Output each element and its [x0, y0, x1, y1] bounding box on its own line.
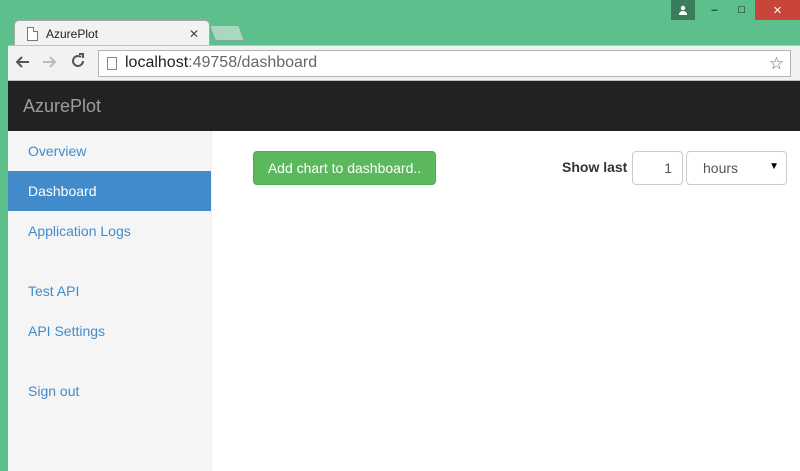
tab-strip: AzurePlot ✕ – □ ✕ — [0, 0, 800, 46]
sidebar-item-sign-out[interactable]: Sign out — [8, 371, 211, 411]
page-icon — [27, 26, 38, 41]
browser-toolbar: localhost:49758/dashboard ☆ — [8, 45, 800, 81]
browser-window: AzurePlot ✕ – □ ✕ localhost:49758/dashbo… — [0, 0, 800, 471]
bookmark-star-icon[interactable]: ☆ — [769, 54, 784, 74]
url-path: :49758/dashboard — [188, 54, 318, 71]
back-arrow-icon[interactable] — [8, 53, 36, 74]
main-content: Add chart to dashboard.. Show last hours… — [213, 131, 800, 471]
browser-tab[interactable]: AzurePlot ✕ — [14, 20, 210, 46]
tab-close-icon[interactable]: ✕ — [185, 27, 203, 41]
sidebar-item-test-api[interactable]: Test API — [8, 271, 211, 311]
address-bar[interactable]: localhost:49758/dashboard ☆ — [98, 49, 791, 77]
add-chart-button[interactable]: Add chart to dashboard.. — [253, 151, 436, 185]
show-last-input[interactable] — [632, 151, 683, 185]
time-unit-select[interactable]: hours ▼ — [686, 151, 787, 185]
window-controls: – □ ✕ — [671, 0, 800, 20]
time-unit-value: hours — [703, 160, 739, 176]
maximize-button[interactable]: □ — [728, 0, 755, 20]
close-button[interactable]: ✕ — [755, 0, 800, 20]
page-icon — [107, 56, 117, 70]
sidebar-item-overview[interactable]: Overview — [8, 131, 211, 171]
app-viewport: AzurePlot Overview Dashboard Application… — [8, 81, 800, 471]
minimize-button[interactable]: – — [701, 0, 728, 20]
reload-icon[interactable] — [64, 52, 92, 74]
sidebar-item-api-settings[interactable]: API Settings — [8, 311, 211, 351]
show-last-label: Show last — [562, 159, 628, 175]
url-host: localhost — [125, 54, 189, 71]
sidebar-item-dashboard[interactable]: Dashboard — [8, 171, 211, 211]
url-text: localhost:49758/dashboard — [125, 54, 317, 72]
forward-arrow-icon[interactable] — [36, 53, 64, 74]
new-tab-button[interactable] — [209, 25, 245, 41]
brand-link[interactable]: AzurePlot — [23, 96, 101, 117]
sidebar: Overview Dashboard Application Logs Test… — [8, 131, 212, 471]
top-navbar: AzurePlot — [8, 81, 800, 131]
caret-down-icon: ▼ — [769, 161, 779, 172]
sidebar-item-application-logs[interactable]: Application Logs — [8, 211, 211, 251]
user-icon[interactable] — [671, 0, 695, 20]
tab-title: AzurePlot — [46, 26, 99, 41]
